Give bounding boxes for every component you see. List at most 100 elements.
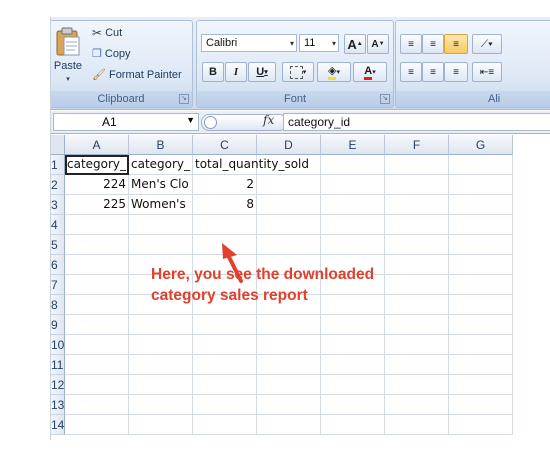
cell-d3[interactable]: [257, 195, 321, 215]
orientation-button[interactable]: ⟋▾: [472, 34, 502, 54]
font-size-select[interactable]: 11 ▾: [299, 34, 339, 52]
row-header-12[interactable]: 12: [51, 375, 65, 395]
cell-f3[interactable]: [385, 195, 449, 215]
cell-d9[interactable]: [257, 315, 321, 335]
cell-f13[interactable]: [385, 395, 449, 415]
cell-e12[interactable]: [321, 375, 385, 395]
cell-d5[interactable]: [257, 235, 321, 255]
row-header-13[interactable]: 13: [51, 395, 65, 415]
cell-c4[interactable]: [193, 215, 257, 235]
cell-a11[interactable]: [65, 355, 129, 375]
cell-f4[interactable]: [385, 215, 449, 235]
fill-color-button[interactable]: ◈ ▾: [317, 62, 351, 82]
cell-f10[interactable]: [385, 335, 449, 355]
column-header-a[interactable]: A: [65, 135, 129, 155]
align-center-button[interactable]: ≡: [422, 62, 444, 82]
cut-button[interactable]: ✂ Cut: [92, 26, 122, 40]
cell-b5[interactable]: [129, 235, 193, 255]
clipboard-launcher-icon[interactable]: ↘: [179, 94, 189, 104]
cell-a8[interactable]: [65, 295, 129, 315]
cell-e14[interactable]: [321, 415, 385, 435]
row-header-3[interactable]: 3: [51, 195, 65, 215]
cell-e11[interactable]: [321, 355, 385, 375]
shrink-font-button[interactable]: A ▼: [367, 34, 389, 54]
formula-input[interactable]: category_id: [283, 113, 550, 131]
row-header-8[interactable]: 8: [51, 295, 65, 315]
cell-f2[interactable]: [385, 175, 449, 195]
name-box-dropdown-icon[interactable]: ▼: [186, 115, 195, 125]
cell-a9[interactable]: [65, 315, 129, 335]
cell-b4[interactable]: [129, 215, 193, 235]
copy-button[interactable]: ❐ Copy: [92, 47, 131, 61]
font-color-button[interactable]: A ▾: [353, 62, 387, 82]
row-header-1[interactable]: 1: [51, 155, 65, 175]
align-middle-button[interactable]: ≡: [422, 34, 444, 54]
cell-d2[interactable]: [257, 175, 321, 195]
cell-g2[interactable]: [449, 175, 513, 195]
cell-d11[interactable]: [257, 355, 321, 375]
underline-button[interactable]: U ▾: [248, 62, 276, 82]
cell-f9[interactable]: [385, 315, 449, 335]
cell-c2[interactable]: 2: [193, 175, 257, 195]
grow-font-button[interactable]: A ▲: [344, 34, 366, 54]
insert-function-icon[interactable]: fx: [263, 113, 274, 127]
cell-a3[interactable]: 225: [65, 195, 129, 215]
column-header-b[interactable]: B: [129, 135, 193, 155]
row-header-6[interactable]: 6: [51, 255, 65, 275]
cell-a1[interactable]: category_: [65, 155, 129, 175]
select-all-corner[interactable]: [51, 135, 65, 155]
cell-f5[interactable]: [385, 235, 449, 255]
cell-a5[interactable]: [65, 235, 129, 255]
row-header-10[interactable]: 10: [51, 335, 65, 355]
cell-a4[interactable]: [65, 215, 129, 235]
row-header-7[interactable]: 7: [51, 275, 65, 295]
cell-g14[interactable]: [449, 415, 513, 435]
cell-e5[interactable]: [321, 235, 385, 255]
column-header-g[interactable]: G: [449, 135, 513, 155]
cell-g9[interactable]: [449, 315, 513, 335]
cell-a6[interactable]: [65, 255, 129, 275]
cell-b11[interactable]: [129, 355, 193, 375]
name-box[interactable]: A1 ▼: [53, 113, 199, 131]
cell-f12[interactable]: [385, 375, 449, 395]
cell-e3[interactable]: [321, 195, 385, 215]
column-header-f[interactable]: F: [385, 135, 449, 155]
column-header-e[interactable]: E: [321, 135, 385, 155]
paste-button[interactable]: Paste ▾: [53, 27, 83, 83]
cell-g1[interactable]: [449, 155, 513, 175]
cell-e9[interactable]: [321, 315, 385, 335]
column-header-d[interactable]: D: [257, 135, 321, 155]
cell-g10[interactable]: [449, 335, 513, 355]
cell-e2[interactable]: [321, 175, 385, 195]
cell-b13[interactable]: [129, 395, 193, 415]
borders-button[interactable]: ▾: [282, 62, 314, 82]
format-painter-button[interactable]: 🖌 Format Painter: [92, 68, 182, 82]
paste-dropdown-icon[interactable]: ▾: [66, 75, 70, 83]
cell-a13[interactable]: [65, 395, 129, 415]
cell-d10[interactable]: [257, 335, 321, 355]
cell-g7[interactable]: [449, 275, 513, 295]
cell-b14[interactable]: [129, 415, 193, 435]
font-name-select[interactable]: Calibri ▾: [201, 34, 297, 52]
cell-a10[interactable]: [65, 335, 129, 355]
align-right-button[interactable]: ≡: [444, 62, 468, 82]
cell-e4[interactable]: [321, 215, 385, 235]
align-bottom-button[interactable]: ≡: [444, 34, 468, 54]
cell-b2[interactable]: Men's Clo: [129, 175, 193, 195]
cell-b12[interactable]: [129, 375, 193, 395]
cell-a2[interactable]: 224: [65, 175, 129, 195]
row-header-5[interactable]: 5: [51, 235, 65, 255]
cell-b9[interactable]: [129, 315, 193, 335]
row-header-11[interactable]: 11: [51, 355, 65, 375]
cell-e10[interactable]: [321, 335, 385, 355]
font-launcher-icon[interactable]: ↘: [380, 94, 390, 104]
cell-f1[interactable]: [385, 155, 449, 175]
cell-g11[interactable]: [449, 355, 513, 375]
cell-c10[interactable]: [193, 335, 257, 355]
cell-g8[interactable]: [449, 295, 513, 315]
cell-c1[interactable]: total_quantity_sold: [193, 155, 309, 175]
cell-c13[interactable]: [193, 395, 257, 415]
cell-g12[interactable]: [449, 375, 513, 395]
decrease-indent-button[interactable]: ⇤≡: [472, 62, 502, 82]
cell-b3[interactable]: Women's: [129, 195, 193, 215]
